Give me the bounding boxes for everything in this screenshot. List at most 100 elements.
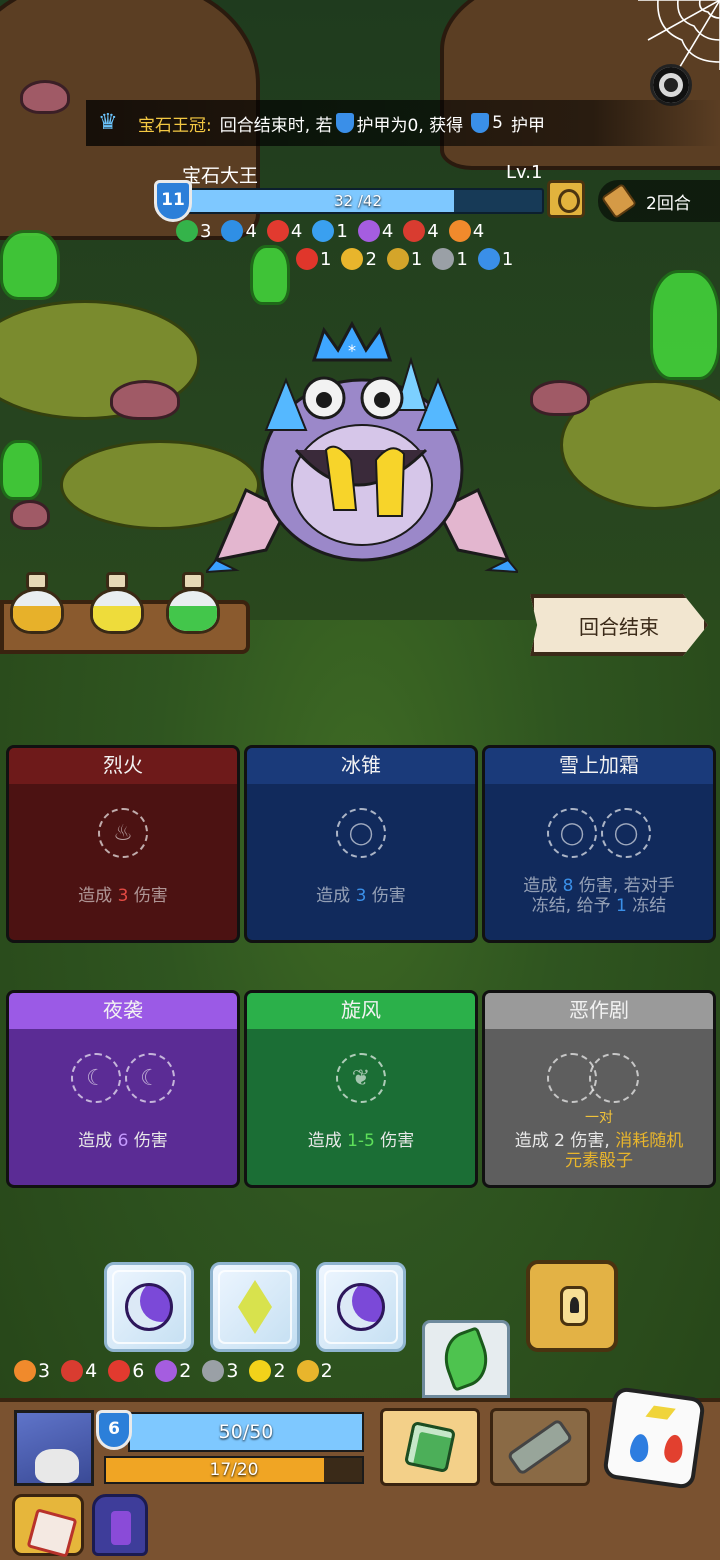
reroll-dice-button[interactable]: [380, 1408, 480, 1486]
card-title: 雪上加霜: [485, 748, 713, 784]
player-avatar[interactable]: [14, 1410, 94, 1486]
status-effect[interactable]: 2: [341, 248, 377, 270]
svg-text:*: *: [348, 341, 356, 360]
blue-skull-icon: [221, 220, 244, 242]
end-turn-button[interactable]: 回合结束: [530, 594, 708, 656]
status-value: 3: [226, 1360, 239, 1382]
diamond-die[interactable]: [210, 1262, 300, 1352]
water-slot-icon[interactable]: ◯: [336, 808, 386, 858]
status-effect[interactable]: 3: [14, 1360, 50, 1382]
green-slime: [0, 440, 42, 500]
status-effect[interactable]: 3: [202, 1360, 238, 1382]
card-description: 造成 3 伤害: [15, 886, 231, 906]
status-effect[interactable]: 4: [221, 220, 257, 242]
lock-icon: [560, 1286, 588, 1326]
status-effect[interactable]: 6: [108, 1360, 144, 1382]
moon-die[interactable]: [104, 1262, 194, 1352]
moon-icon: [337, 1283, 385, 1331]
blue-vortex-icon: [477, 248, 500, 270]
status-effect[interactable]: 1: [296, 248, 331, 270]
scroll-icon: [600, 182, 638, 220]
desc-text: 造成: [78, 1131, 113, 1151]
potion-liquid: [13, 606, 61, 631]
status-effect[interactable]: 2: [155, 1360, 191, 1382]
purple-splat-icon: [357, 220, 380, 242]
desc-text: 造成: [523, 876, 558, 896]
status-effect[interactable]: 4: [403, 220, 439, 242]
crown-icon: ♛: [98, 110, 118, 135]
status-effect[interactable]: 4: [357, 220, 393, 242]
snowflake-icon: [312, 220, 335, 242]
relic-text-1: 回合结束时, 若: [219, 115, 333, 136]
moon-slot-icon[interactable]: ☾: [71, 1053, 121, 1103]
card-body: ☾ ☾ 造成 6 伤害: [9, 1029, 237, 1185]
potion[interactable]: [86, 572, 148, 636]
status-effect[interactable]: 2: [249, 1360, 286, 1382]
card-title: 旋风: [247, 993, 475, 1029]
desc-text: 冻结, 给予: [531, 896, 611, 916]
potion[interactable]: [162, 572, 224, 636]
desc-value: 8: [562, 876, 574, 896]
card-description: 造成 2 伤害, 消耗随机 元素骰子: [491, 1131, 707, 1171]
dice-slots: ◯ ◯: [485, 808, 713, 858]
locked-chest-button[interactable]: [526, 1260, 618, 1352]
status-value: 4: [472, 220, 485, 242]
status-effect[interactable]: 1: [312, 220, 348, 242]
water-slot-icon[interactable]: ◯: [601, 808, 651, 858]
potion-flask: [10, 588, 64, 634]
dice-slots: ◯: [247, 808, 475, 858]
enemy-intent-button[interactable]: [547, 180, 585, 218]
status-effect[interactable]: 1: [477, 248, 513, 270]
desc-text: 伤害, 若对手: [578, 876, 675, 896]
leaf-slot-icon[interactable]: ❦: [336, 1053, 386, 1103]
enemy-hp-bar: 32 /42: [172, 188, 544, 214]
player-element-counts: 3 4 6 2 3 2 2: [14, 1360, 333, 1382]
status-effect[interactable]: 4: [448, 220, 485, 242]
shield-icon: [471, 113, 490, 133]
status-effect[interactable]: 1: [432, 248, 468, 270]
potion-liquid: [169, 606, 217, 631]
desc-text: 冻结: [632, 896, 667, 916]
status-effect[interactable]: 4: [61, 1360, 97, 1382]
element-die-button[interactable]: [602, 1386, 706, 1490]
dice-slots: ❦: [247, 1053, 475, 1103]
potion[interactable]: [6, 572, 68, 636]
spell-card[interactable]: 冰锥 ◯ 造成 3 伤害: [244, 745, 478, 943]
relic-text-3: 护甲: [511, 115, 545, 136]
orange-flame-icon: [448, 220, 471, 242]
fire-slot-icon[interactable]: ♨: [98, 808, 148, 858]
enemy-hp-text: 32 /42: [334, 192, 382, 210]
enemy-status-row: 3 4 4 1 4 4 4: [176, 220, 484, 242]
card-body: ◯ ◯ 造成 8 伤害, 若对手 冻结, 给予 1 冻结: [485, 784, 713, 940]
status-effect[interactable]: 1: [386, 248, 422, 270]
status-effect[interactable]: 4: [266, 220, 303, 242]
spell-card[interactable]: 夜袭 ☾ ☾ 造成 6 伤害: [6, 990, 240, 1188]
leaf-die[interactable]: [422, 1320, 510, 1398]
dice-relic-item[interactable]: [12, 1494, 84, 1556]
moon-slot-icon[interactable]: ☾: [125, 1053, 175, 1103]
status-effect[interactable]: 2: [296, 1360, 333, 1382]
desc-value: 3: [117, 886, 129, 906]
fire-drop-icon: [662, 1433, 685, 1464]
robe-relic-item[interactable]: [92, 1494, 148, 1556]
status-value: 4: [290, 220, 303, 242]
cobweb-icon: [638, 0, 720, 70]
desc-text: 伤害: [371, 886, 406, 906]
spell-card[interactable]: 雪上加霜 ◯ ◯ 造成 8 伤害, 若对手 冻结, 给予 1 冻结: [482, 745, 716, 943]
spell-card[interactable]: 烈火 ♨ 造成 3 伤害: [6, 745, 240, 943]
enemy-level: Lv.1: [506, 162, 543, 183]
leaf-icon: [436, 1326, 496, 1392]
moon-die[interactable]: [316, 1262, 406, 1352]
pair-slot-icon[interactable]: [589, 1053, 639, 1103]
status-effect[interactable]: 3: [176, 220, 211, 242]
bandage-icon: [506, 1417, 574, 1477]
spell-card[interactable]: 恶作剧 一对 造成 2 伤害, 消耗随机 元素骰子: [482, 990, 716, 1188]
card-title: 夜袭: [9, 993, 237, 1029]
spell-card[interactable]: 旋风 ❦ 造成 1-5 伤害: [244, 990, 478, 1188]
red-demon-icon: [266, 220, 289, 242]
bandage-button[interactable]: [490, 1408, 590, 1486]
gem-king-monster[interactable]: *: [206, 320, 518, 590]
water-slot-icon[interactable]: ◯: [547, 808, 597, 858]
status-value: 2: [320, 1360, 333, 1382]
status-value: 6: [132, 1360, 145, 1382]
